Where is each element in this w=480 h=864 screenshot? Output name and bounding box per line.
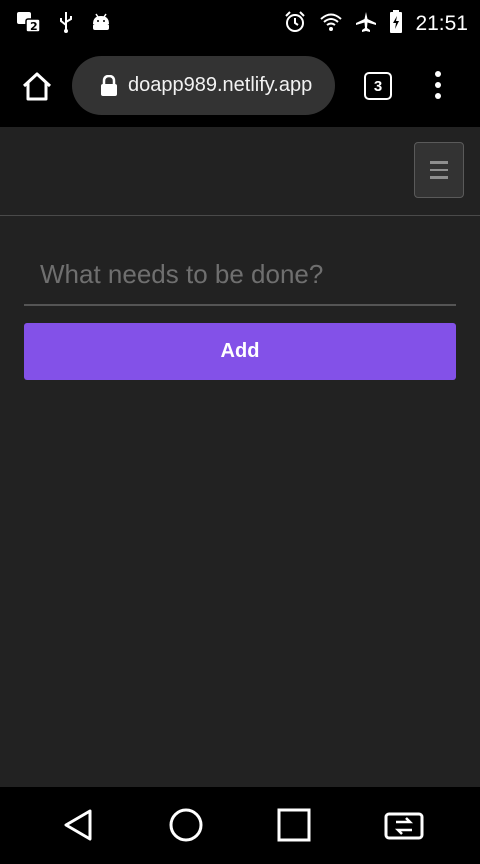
svg-text:2: 2: [30, 20, 38, 33]
home-circle-icon[interactable]: [166, 805, 206, 845]
url-text: doapp989.netlify.app: [128, 74, 313, 96]
hamburger-line: [430, 168, 448, 172]
screen-rotate-icon[interactable]: [382, 805, 424, 845]
hamburger-menu-button[interactable]: [414, 142, 464, 198]
browser-toolbar: doapp989.netlify.app 3: [0, 48, 480, 127]
more-vert-icon[interactable]: [432, 70, 444, 100]
status-bar: 2 21:51: [0, 0, 480, 48]
notification-badge-icon: 2: [16, 11, 42, 38]
tab-switcher-button[interactable]: 3: [364, 72, 392, 100]
clock: 21:51: [415, 12, 468, 35]
battery-icon: [389, 9, 403, 39]
hamburger-line: [430, 176, 448, 179]
todo-input[interactable]: [24, 244, 456, 306]
add-button[interactable]: Add: [24, 323, 456, 380]
android-debug-icon: [90, 12, 112, 37]
alarm-icon: [283, 10, 307, 39]
airplane-icon: [355, 11, 377, 38]
home-icon[interactable]: [20, 70, 54, 104]
address-bar[interactable]: doapp989.netlify.app: [72, 56, 335, 115]
lock-icon: [100, 74, 118, 97]
wifi-icon: [319, 12, 343, 37]
hamburger-line: [430, 161, 448, 164]
usb-icon: [58, 11, 74, 38]
back-icon[interactable]: [58, 805, 98, 845]
app-navbar: [0, 127, 480, 216]
recents-icon[interactable]: [274, 805, 314, 845]
system-nav-bar: [0, 787, 480, 864]
